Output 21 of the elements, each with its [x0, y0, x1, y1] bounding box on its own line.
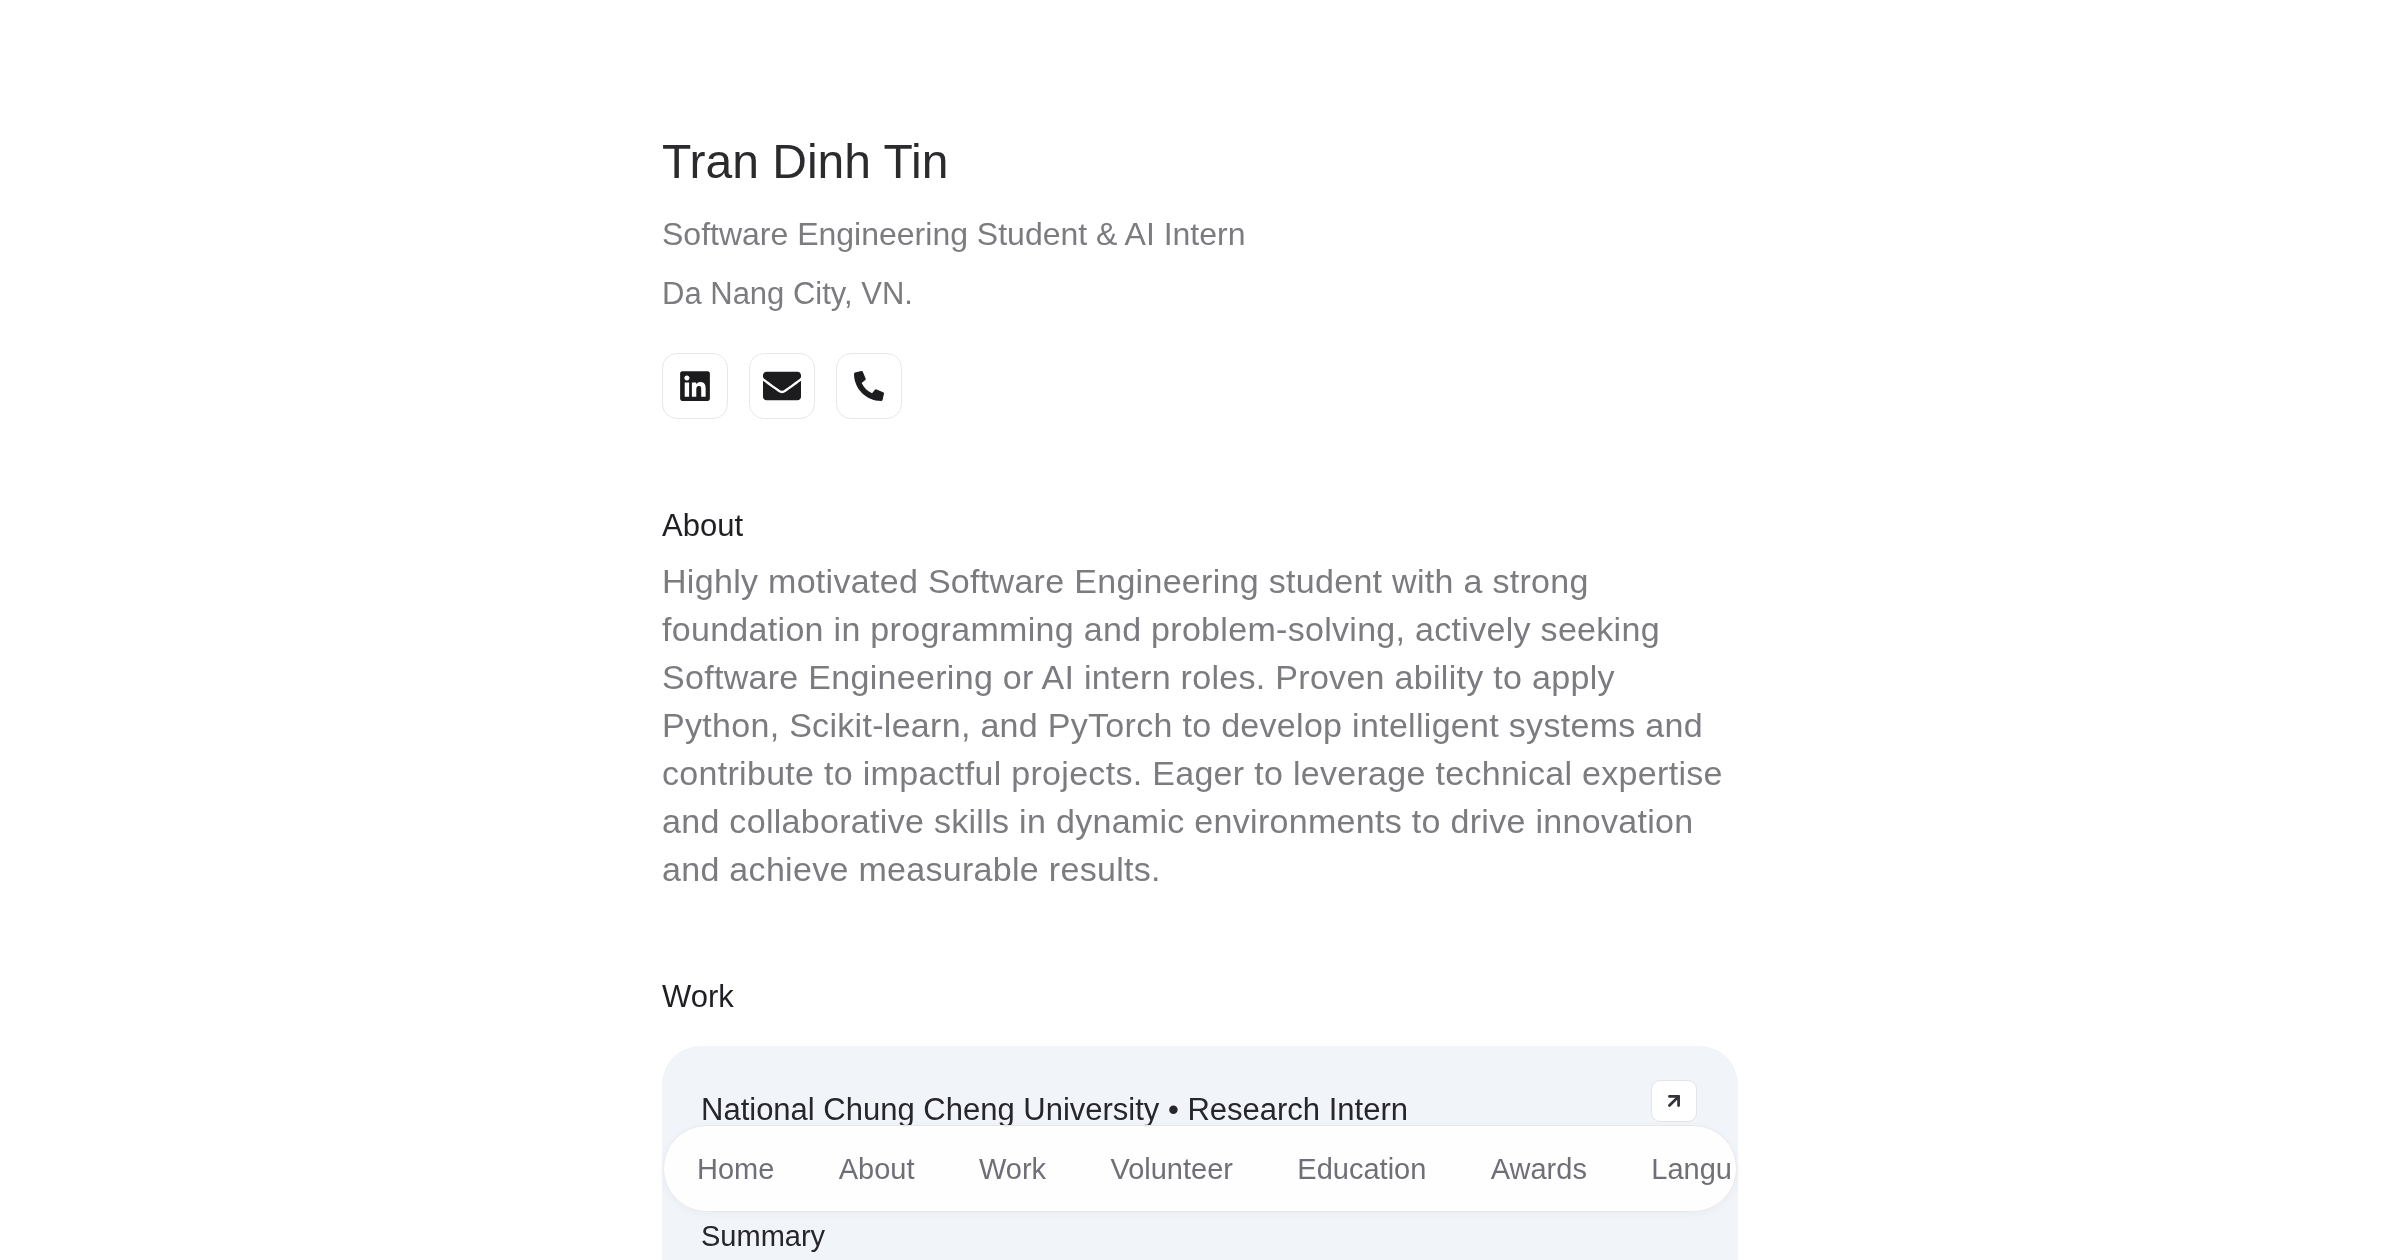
nav-link[interactable]: Home [697, 1148, 775, 1189]
about-paragraph: Highly motivated Software Engineering student with a strong foundation in programming and problem-solving, actively seeking Software Engineering or AI intern roles. Proven ability to apply Python, Scikit-learn, and PyTorch to develop intelligent systems and contribute to impactful projects. Eager to leverage technical expertise and collaborative skills in dynamic environments to drive innovation and achieve measurable results. [662, 561, 1724, 890]
profile-name: Tran Dinh Tin [662, 134, 949, 190]
section-heading: About [662, 507, 743, 545]
summary-label: Summary [701, 1219, 826, 1254]
linkedin-button[interactable] [662, 353, 728, 419]
profile-location: Da Nang City, VN. [662, 275, 913, 313]
section-heading: Work [662, 978, 734, 1016]
work-title: National Chung Cheng University • Research Intern [701, 1091, 1408, 1129]
nav-link[interactable]: About [838, 1148, 915, 1189]
email-button[interactable] [749, 353, 815, 419]
open-link-button[interactable] [1651, 1080, 1697, 1122]
profile-headline: Software Engineering Student & AI Intern [662, 215, 1246, 254]
nav-link[interactable]: Langu [1651, 1148, 1732, 1189]
nav-link[interactable]: Work [978, 1148, 1047, 1189]
nav-link[interactable]: Volunteer [1110, 1148, 1233, 1189]
phone-icon [854, 371, 884, 401]
nav-link[interactable]: Awards [1490, 1148, 1587, 1189]
nav-link[interactable]: Education [1297, 1148, 1427, 1189]
phone-button[interactable] [836, 353, 902, 419]
linkedin-icon [678, 369, 712, 403]
